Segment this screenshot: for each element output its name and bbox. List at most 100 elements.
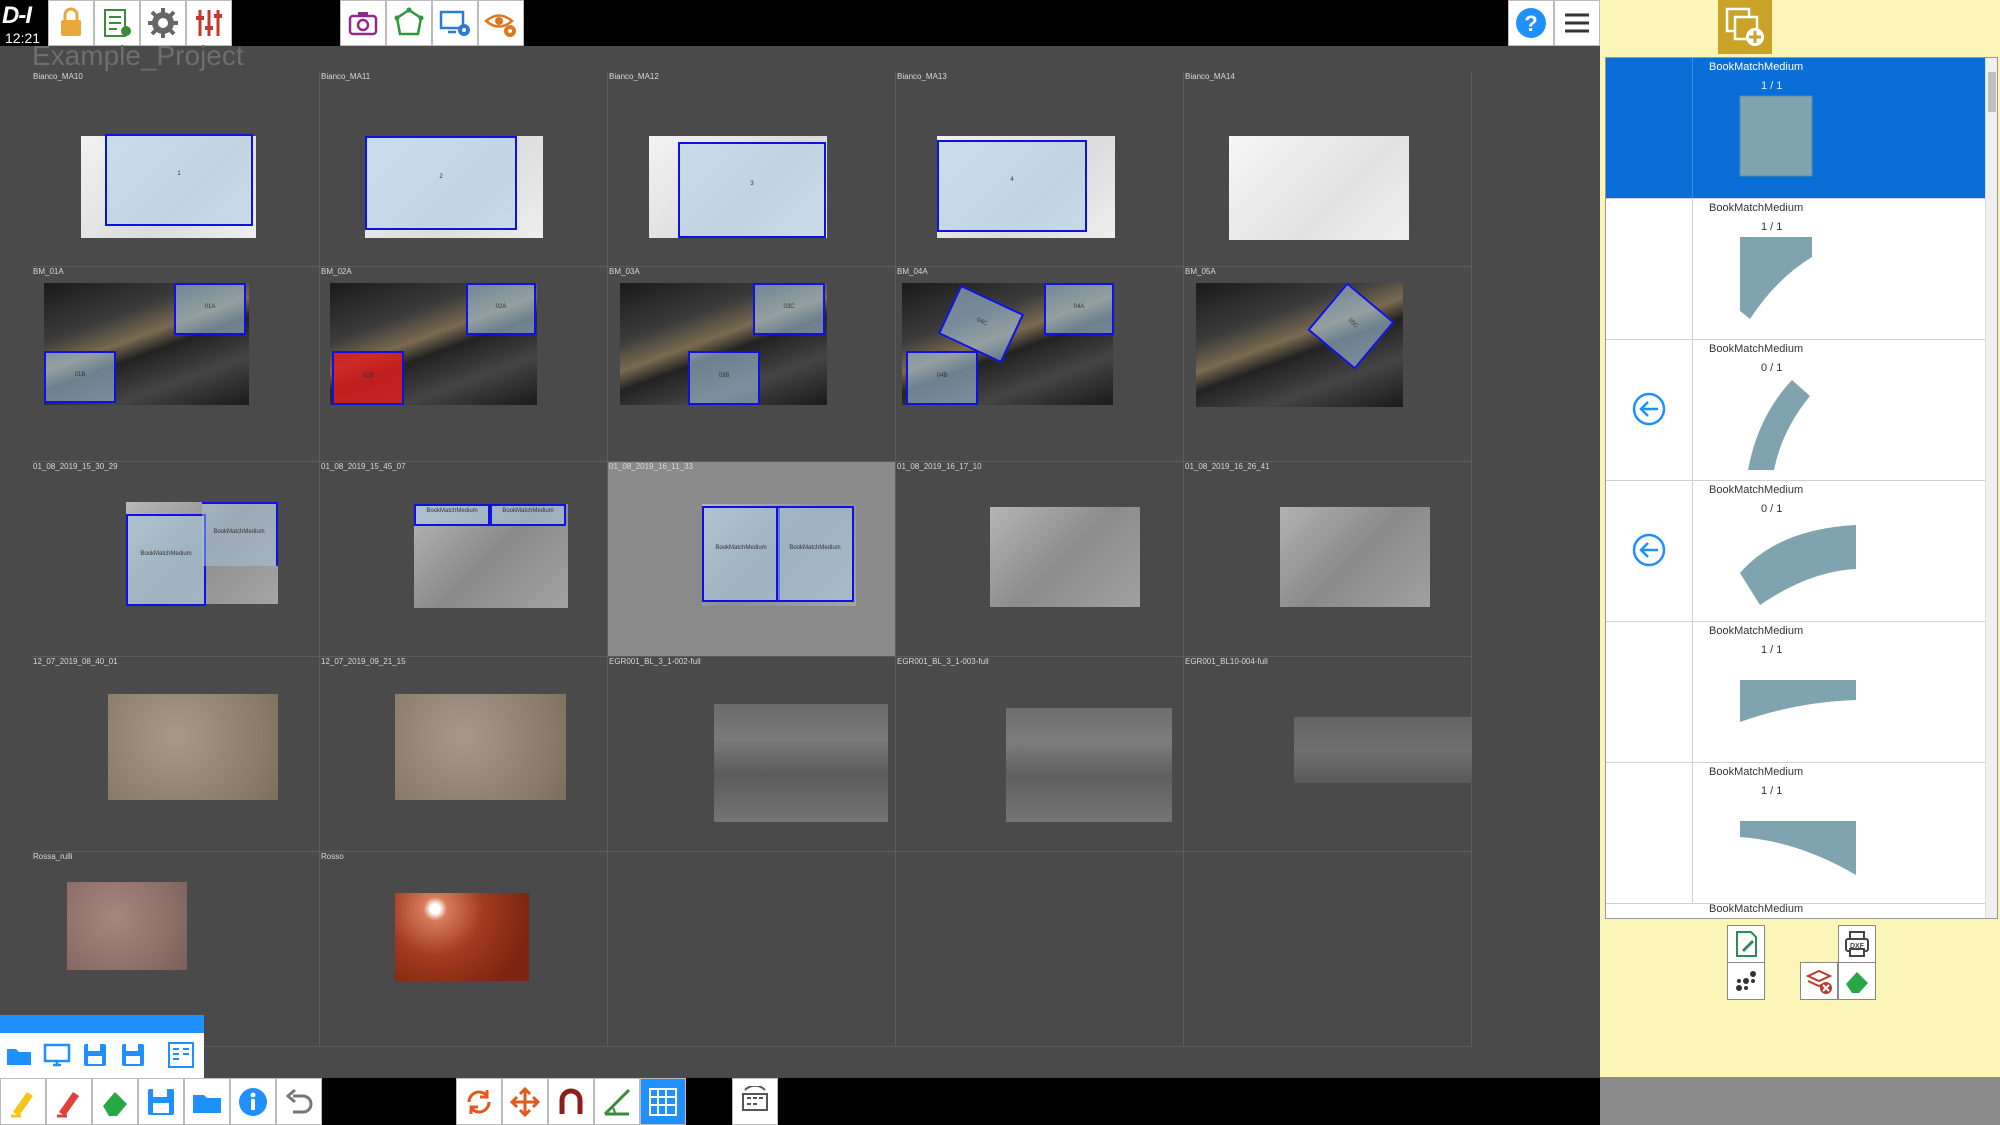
slab-cell[interactable]: EGR001_BL10-004-full [1184, 657, 1472, 852]
measure-button[interactable] [594, 1078, 640, 1125]
slab-label: BM_01A [33, 267, 64, 276]
add-piece-button[interactable] [1718, 0, 1772, 54]
view-settings-icon [484, 14, 516, 37]
slab-cell[interactable]: BM_01A 01A 01B [32, 267, 320, 462]
slab-label: BM_05A [1185, 267, 1216, 276]
highlight-button[interactable] [0, 1078, 46, 1125]
slab-cell[interactable]: EGR001_BL_3_1-002-full [608, 657, 896, 852]
piece-outline[interactable]: 2 [365, 136, 517, 230]
info-button[interactable] [230, 1078, 276, 1125]
delete-layers-button[interactable] [1800, 962, 1838, 1000]
piece-outline[interactable]: BookMatchMedium [702, 506, 780, 602]
piece-name: BookMatchMedium [1709, 343, 1804, 355]
list-scrollbar[interactable] [1985, 58, 1997, 918]
info-icon [239, 1087, 267, 1116]
slab-cell[interactable]: 01_08_2019_15_30_29 BookMatchMedium Book… [32, 462, 320, 657]
main-menu-button[interactable] [1554, 0, 1600, 46]
piece-outline[interactable]: 01B [44, 351, 116, 403]
move-button[interactable] [502, 1078, 548, 1125]
piece-outline[interactable]: BookMatchMedium [126, 514, 206, 606]
piece-outline[interactable]: 01A [174, 283, 246, 335]
slab-cell[interactable]: 12_07_2019_09_21_15 [320, 657, 608, 852]
piece-outline[interactable]: 03B [688, 351, 760, 405]
slab-cell[interactable]: BM_05A 05C [1184, 267, 1472, 462]
piece-label: 03B [718, 373, 730, 379]
piece-outline[interactable]: 04B [906, 351, 978, 405]
slab-cell[interactable]: Bianco_MA11 2 [320, 72, 608, 267]
slab-image [1006, 708, 1172, 822]
slab-cell[interactable]: BM_03A 03C 03B [608, 267, 896, 462]
slab-cell[interactable]: BM_04A 04C 04A 04B [896, 267, 1184, 462]
list-item[interactable]: BookMatchMedium 0 / 1 [1606, 340, 1986, 481]
erase-button[interactable] [92, 1078, 138, 1125]
save-copy-icon [122, 1044, 144, 1066]
open-button[interactable] [184, 1078, 230, 1125]
return-arrow-icon[interactable] [1632, 392, 1666, 426]
slab-cell[interactable]: Bianco_MA13 4 [896, 72, 1184, 267]
slab-cell-selected[interactable]: 01_08_2019_16_11_33 BookMatchMedium Book… [608, 462, 896, 657]
eraser-button[interactable] [1838, 962, 1876, 1000]
piece-shape-curved-top [1740, 821, 1856, 875]
nesting-grid-button[interactable] [640, 1078, 686, 1125]
display-button[interactable] [40, 1037, 74, 1073]
return-arrow-icon[interactable] [1632, 533, 1666, 567]
slab-cell[interactable]: 01_08_2019_16_26_41 [1184, 462, 1472, 657]
slab-label: BM_02A [321, 267, 352, 276]
slab-cell[interactable]: EGR001_BL_3_1-003-full [896, 657, 1184, 852]
open-folder-button[interactable] [2, 1037, 36, 1073]
magnet-button[interactable] [548, 1078, 594, 1125]
slab-cell[interactable]: Rosso [320, 852, 608, 1047]
slab-label: Bianco_MA14 [1185, 72, 1235, 81]
export-layout-button[interactable] [164, 1037, 198, 1073]
slab-label: 12_07_2019_08_40_01 [33, 657, 118, 666]
list-item[interactable]: BookMatchMedium 1 / 1 [1606, 622, 1986, 763]
rotate-button[interactable] [456, 1078, 502, 1125]
piece-outline[interactable]: BookMatchMedium [776, 506, 854, 602]
piece-outline[interactable]: 3 [678, 142, 826, 238]
slab-cell[interactable]: BM_02A 02A 02B [320, 267, 608, 462]
undo-button[interactable] [276, 1078, 322, 1125]
auto-nest-button[interactable] [732, 1078, 778, 1125]
piece-label: BookMatchMedium [502, 507, 554, 514]
dots-pattern-button[interactable] [1727, 962, 1765, 1000]
save-copy-button[interactable] [116, 1037, 150, 1073]
slab-cell[interactable]: 12_07_2019_08_40_01 [32, 657, 320, 852]
list-item[interactable]: BookMatchMedium 0 / 1 [1606, 481, 1986, 622]
grid-layout-icon [649, 1087, 677, 1116]
slab-cell[interactable]: 01_08_2019_16_17_10 [896, 462, 1184, 657]
layout-export-icon [168, 1042, 194, 1068]
slab-cell[interactable]: Bianco_MA14 [1184, 72, 1472, 267]
view-settings-button[interactable] [478, 0, 524, 46]
slab-label: 01_08_2019_16_26_41 [1185, 462, 1270, 471]
slab-cell[interactable]: 01_08_2019_15_45_07 BookMatchMedium Book… [320, 462, 608, 657]
piece-outline[interactable]: BookMatchMedium [414, 504, 490, 526]
piece-outline-selected[interactable]: 02B [332, 351, 404, 405]
piece-outline[interactable]: 1 [105, 134, 253, 226]
monitor-settings-button[interactable] [432, 0, 478, 46]
piece-outline[interactable]: BookMatchMedium [202, 502, 278, 566]
piece-outline[interactable]: 03C [753, 283, 825, 335]
help-button[interactable]: ? [1508, 0, 1554, 46]
piece-outline[interactable]: 02A [466, 283, 536, 335]
shape-edit-button[interactable] [386, 0, 432, 46]
piece-name: BookMatchMedium [1709, 484, 1804, 496]
piece-shape-curved-bottom [1740, 680, 1856, 722]
camera-button[interactable] [340, 0, 386, 46]
slab-cell[interactable]: Bianco_MA10 1 [32, 72, 320, 267]
list-item[interactable]: BookMatchMedium 1 / 1 [1606, 58, 1986, 199]
shape-edit-icon [394, 7, 424, 36]
scroll-thumb[interactable] [1988, 72, 1996, 112]
slab-label: Bianco_MA11 [321, 72, 371, 81]
piece-outline[interactable]: 04A [1044, 283, 1114, 335]
save-button[interactable] [138, 1078, 184, 1125]
edit-piece-button[interactable] [1727, 925, 1765, 963]
slab-cell[interactable]: Bianco_MA12 3 [608, 72, 896, 267]
dxf-export-button[interactable]: DXF [1838, 925, 1876, 963]
list-divider [1692, 58, 1693, 198]
piece-outline[interactable]: BookMatchMedium [490, 504, 566, 526]
list-item[interactable]: BookMatchMedium 1 / 1 [1606, 199, 1986, 340]
list-item[interactable]: BookMatchMedium 1 / 1 [1606, 763, 1986, 904]
save-as-button[interactable] [78, 1037, 112, 1073]
piece-outline[interactable]: 4 [937, 140, 1087, 232]
mark-button[interactable] [46, 1078, 92, 1125]
